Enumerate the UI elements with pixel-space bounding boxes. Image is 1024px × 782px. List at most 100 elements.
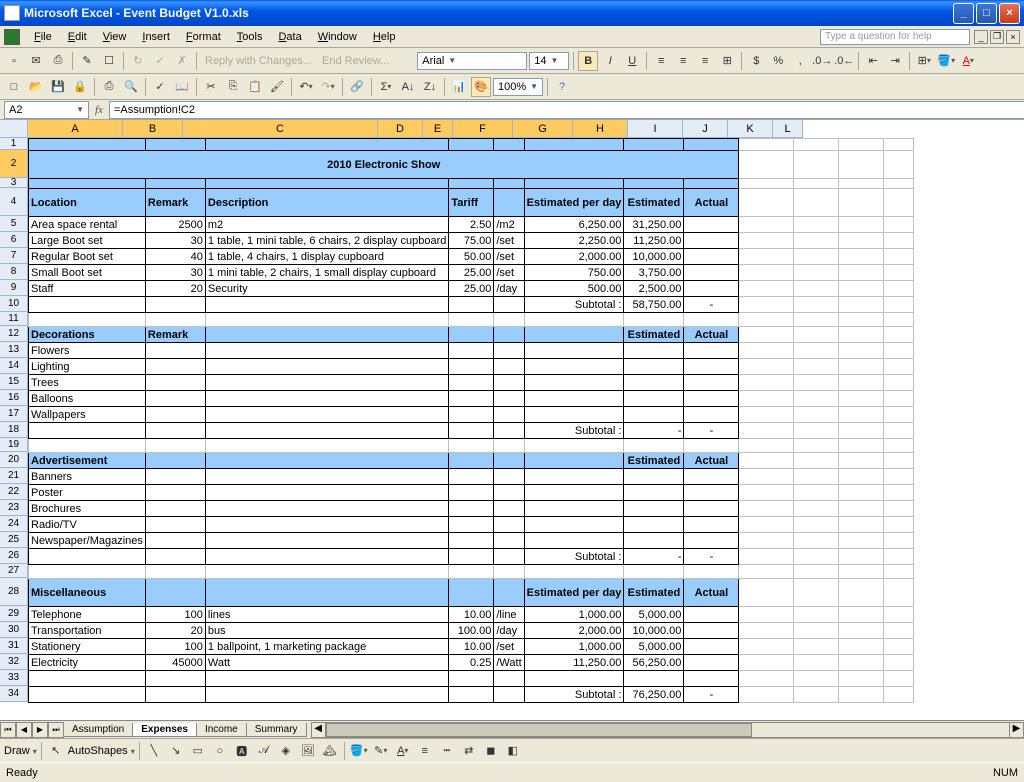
data-cell[interactable]: Security — [205, 281, 448, 297]
data-cell[interactable] — [524, 391, 624, 407]
data-cell[interactable] — [494, 485, 524, 501]
row-header-27[interactable]: 27 — [0, 564, 28, 578]
col-header-G[interactable]: G — [513, 120, 573, 138]
header-cell[interactable]: Location — [29, 189, 146, 217]
research-button[interactable]: 📖 — [172, 77, 192, 97]
data-cell[interactable] — [684, 533, 739, 549]
data-cell[interactable] — [494, 533, 524, 549]
header-cell[interactable]: Decorations — [29, 327, 146, 343]
col-header-I[interactable]: I — [628, 120, 683, 138]
data-cell[interactable] — [145, 687, 205, 703]
row-header-29[interactable]: 29 — [0, 606, 28, 622]
data-cell[interactable]: 58,750.00 — [624, 297, 684, 313]
data-cell[interactable] — [524, 343, 624, 359]
data-cell[interactable] — [449, 423, 494, 439]
col-header-E[interactable]: E — [423, 120, 453, 138]
data-cell[interactable]: /line — [494, 607, 524, 623]
data-cell[interactable]: Regular Boot set — [29, 249, 146, 265]
row-header-32[interactable]: 32 — [0, 654, 28, 670]
redo-button[interactable]: ↷▾ — [318, 77, 338, 97]
send-mail-button[interactable]: ✉ — [26, 51, 46, 71]
select-all-corner[interactable] — [0, 120, 28, 138]
font-selector[interactable]: Arial▼ — [417, 52, 527, 70]
data-cell[interactable]: Stationery — [29, 639, 146, 655]
data-cell[interactable] — [684, 623, 739, 639]
col-header-J[interactable]: J — [683, 120, 728, 138]
col-header-H[interactable]: H — [573, 120, 628, 138]
horizontal-scrollbar[interactable]: ◀ ▶ — [311, 722, 1024, 738]
arrow-style-tool[interactable]: ⇄ — [459, 741, 479, 761]
data-cell[interactable]: Area space rental — [29, 217, 146, 233]
data-cell[interactable]: 2,000.00 — [524, 249, 624, 265]
line-tool[interactable]: ╲ — [144, 741, 164, 761]
data-cell[interactable]: Balloons — [29, 391, 146, 407]
data-cell[interactable] — [449, 343, 494, 359]
format-painter-button[interactable]: 🖌 — [267, 77, 287, 97]
font-size-selector[interactable]: 14▼ — [529, 52, 569, 70]
row-header-3[interactable]: 3 — [0, 178, 28, 188]
bold-button[interactable]: B — [578, 51, 598, 71]
menu-help[interactable]: Help — [365, 29, 404, 45]
data-cell[interactable] — [205, 517, 448, 533]
data-cell[interactable]: 25.00 — [449, 265, 494, 281]
data-cell[interactable] — [29, 297, 146, 313]
data-cell[interactable] — [205, 375, 448, 391]
data-cell[interactable] — [684, 501, 739, 517]
sheet-tab-summary[interactable]: Summary — [246, 723, 307, 737]
increase-indent-button[interactable]: ⇥ — [885, 51, 905, 71]
borders-button[interactable]: ⊞▾ — [914, 51, 934, 71]
data-cell[interactable]: 5,000.00 — [624, 607, 684, 623]
col-header-D[interactable]: D — [378, 120, 423, 138]
col-header-L[interactable]: L — [773, 120, 803, 138]
data-cell[interactable]: 10.00 — [449, 607, 494, 623]
data-cell[interactable]: Staff — [29, 281, 146, 297]
data-cell[interactable] — [684, 407, 739, 423]
data-cell[interactable]: bus — [205, 623, 448, 639]
header-cell[interactable] — [205, 453, 448, 469]
data-cell[interactable] — [145, 407, 205, 423]
row-header-8[interactable]: 8 — [0, 264, 28, 280]
data-cell[interactable] — [494, 391, 524, 407]
data-cell[interactable] — [449, 517, 494, 533]
data-cell[interactable] — [494, 423, 524, 439]
data-cell[interactable] — [494, 297, 524, 313]
shadow-tool[interactable]: ◼ — [481, 741, 501, 761]
header-cell[interactable]: Description — [205, 189, 448, 217]
data-cell[interactable]: /set — [494, 249, 524, 265]
data-cell[interactable] — [205, 407, 448, 423]
insert-comment-button[interactable]: ✎ — [77, 51, 97, 71]
data-cell[interactable] — [524, 469, 624, 485]
print-preview-button[interactable]: 🔍 — [121, 77, 141, 97]
data-cell[interactable]: 11,250.00 — [524, 655, 624, 671]
col-header-B[interactable]: B — [123, 120, 183, 138]
data-cell[interactable] — [205, 423, 448, 439]
data-cell[interactable] — [494, 501, 524, 517]
undo-button[interactable]: ↶▾ — [296, 77, 316, 97]
data-cell[interactable] — [624, 469, 684, 485]
select-objects-button[interactable]: ↖ — [46, 741, 66, 761]
header-cell[interactable]: Miscellaneous — [29, 579, 146, 607]
header-cell[interactable] — [494, 189, 524, 217]
data-cell[interactable]: Small Boot set — [29, 265, 146, 281]
row-header-13[interactable]: 13 — [0, 342, 28, 358]
data-cell[interactable] — [205, 343, 448, 359]
row-header-7[interactable]: 7 — [0, 248, 28, 264]
data-cell[interactable] — [684, 517, 739, 533]
data-cell[interactable]: Lighting — [29, 359, 146, 375]
data-cell[interactable]: 45000 — [145, 655, 205, 671]
data-cell[interactable]: Flowers — [29, 343, 146, 359]
data-cell[interactable] — [145, 501, 205, 517]
data-cell[interactable] — [494, 375, 524, 391]
data-cell[interactable]: /day — [494, 281, 524, 297]
header-cell[interactable] — [449, 579, 494, 607]
row-header-22[interactable]: 22 — [0, 484, 28, 500]
menu-window[interactable]: Window — [310, 29, 365, 45]
data-cell[interactable]: /set — [494, 265, 524, 281]
oval-tool[interactable]: ○ — [210, 741, 230, 761]
arrow-tool[interactable]: ↘ — [166, 741, 186, 761]
row-header-9[interactable]: 9 — [0, 280, 28, 296]
wordart-tool[interactable]: 𝒜 — [254, 741, 274, 761]
doc-minimize-button[interactable]: _ — [974, 30, 988, 44]
data-cell[interactable] — [684, 249, 739, 265]
picture-tool[interactable]: 🏔 — [320, 741, 340, 761]
